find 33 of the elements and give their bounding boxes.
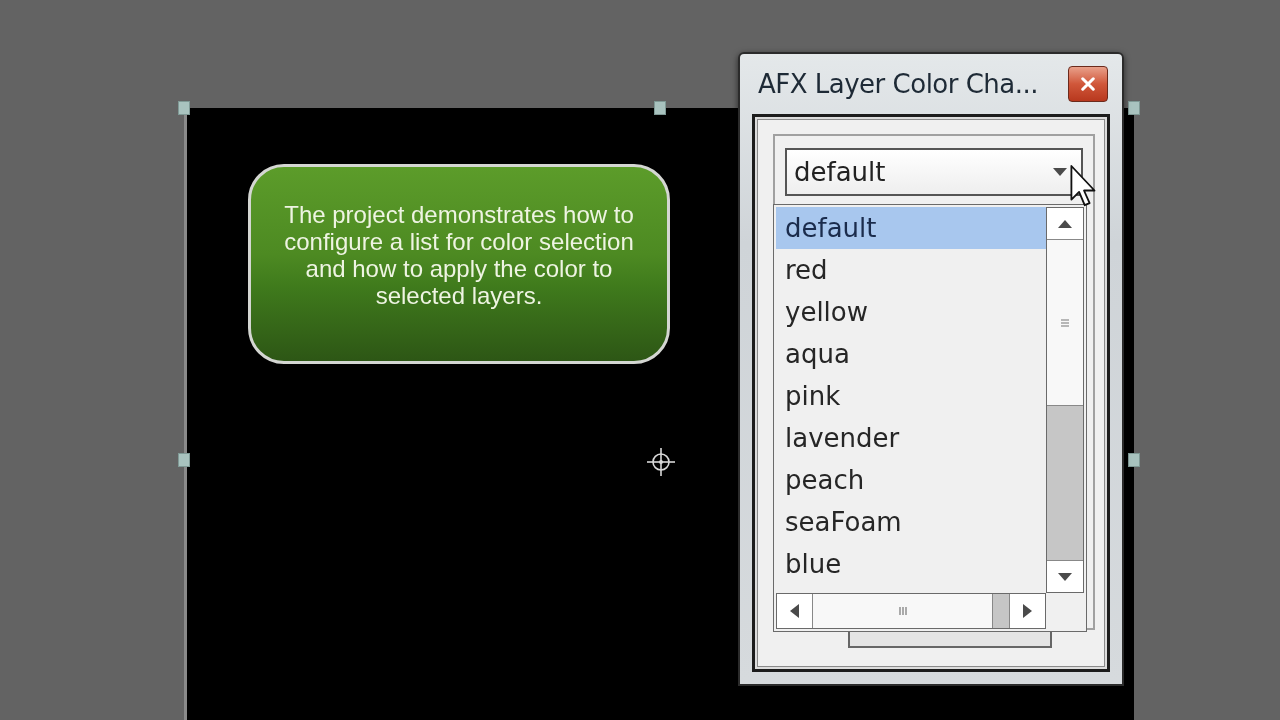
list-option[interactable]: yellow <box>776 291 1046 333</box>
selection-handle[interactable] <box>178 453 190 467</box>
list-option[interactable]: peach <box>776 459 1046 501</box>
scrollbar-thumb[interactable] <box>1047 240 1083 406</box>
list-option[interactable]: seaFoam <box>776 501 1046 543</box>
scroll-right-button[interactable] <box>1009 594 1045 628</box>
down-arrow-icon <box>1058 572 1072 581</box>
color-dropdown[interactable]: default <box>785 148 1083 196</box>
list-option[interactable]: lavender <box>776 417 1046 459</box>
scrollbar-thumb[interactable] <box>813 594 993 628</box>
close-button[interactable] <box>1068 66 1108 102</box>
scroll-up-button[interactable] <box>1047 208 1083 240</box>
scroll-left-button[interactable] <box>777 594 813 628</box>
selection-handle[interactable] <box>1128 101 1140 115</box>
list-option[interactable]: pink <box>776 375 1046 417</box>
dropdown-arrow-icon <box>1053 168 1067 176</box>
left-arrow-icon <box>790 604 799 618</box>
close-icon <box>1081 77 1095 91</box>
callout-text: The project demonstrates how to configure a list for color selection and how to apply the color to selected layers. <box>283 201 635 309</box>
right-arrow-icon <box>1023 604 1032 618</box>
grip-icon <box>1061 318 1069 327</box>
list-option[interactable]: blue <box>776 543 1046 585</box>
list-option[interactable]: red <box>776 249 1046 291</box>
selection-handle[interactable] <box>654 101 666 115</box>
list-option[interactable]: aqua <box>776 333 1046 375</box>
grip-icon <box>898 607 907 615</box>
up-arrow-icon <box>1058 219 1072 228</box>
list-option[interactable]: default <box>776 207 1046 249</box>
anchor-point-icon[interactable] <box>646 447 676 477</box>
dialog-title: AFX Layer Color Cha... <box>758 67 1040 101</box>
scroll-down-button[interactable] <box>1047 560 1083 592</box>
selection-handle[interactable] <box>1128 453 1140 467</box>
selection-handle[interactable] <box>178 101 190 115</box>
